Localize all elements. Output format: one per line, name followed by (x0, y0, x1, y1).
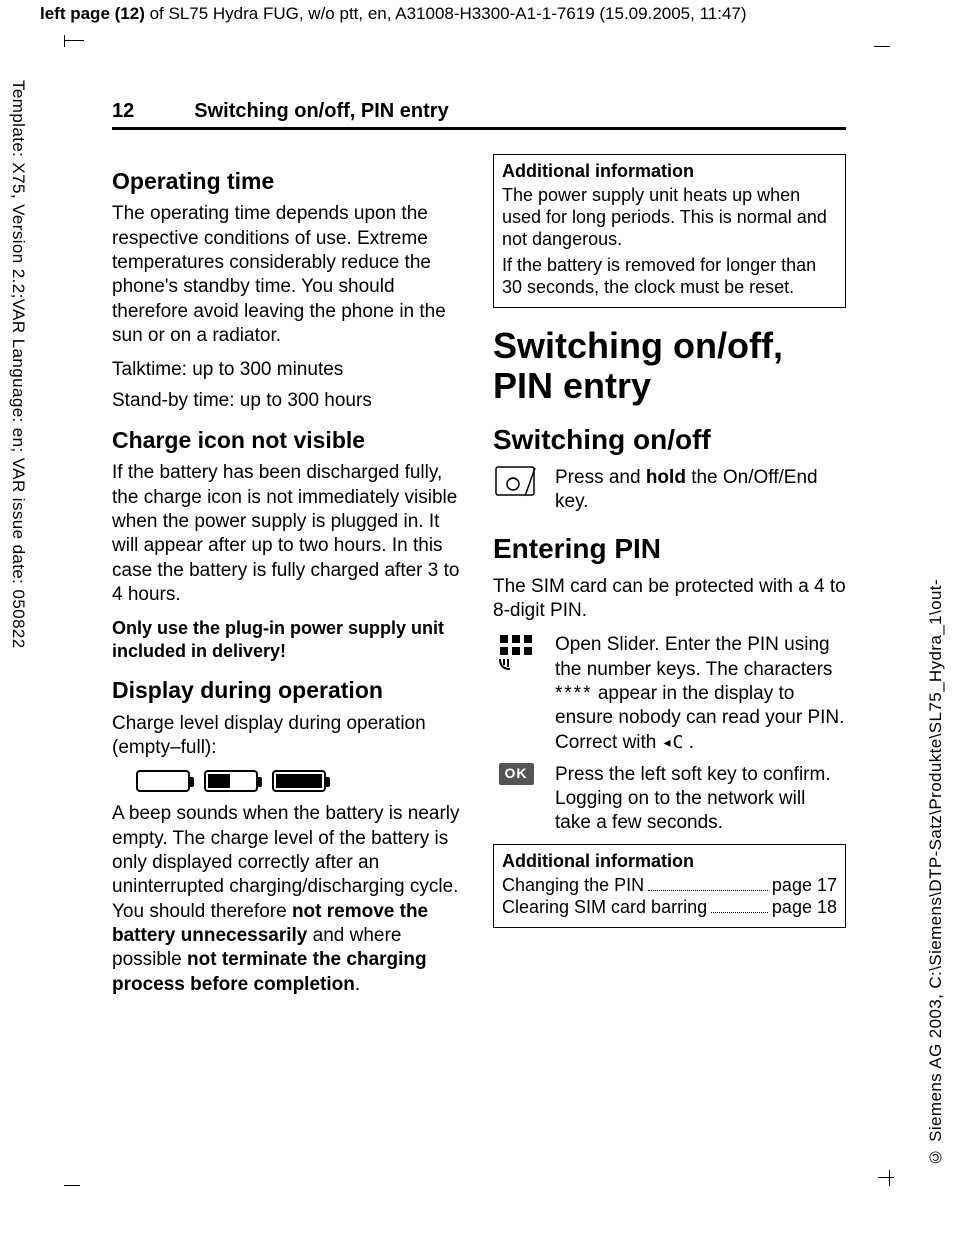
battery-empty-icon (136, 770, 190, 792)
heading-operating-time: Operating time (112, 168, 465, 194)
ref-page: page 17 (772, 875, 837, 897)
left-column: Operating time The operating time depend… (112, 154, 465, 1007)
para-operating-time: The operating time depends upon the resp… (112, 202, 465, 348)
power-key-icon (493, 466, 539, 500)
battery-full-icon (272, 770, 326, 792)
page-body: 12 Switching on/off, PIN entry Operating… (112, 100, 846, 1007)
battery-half-icon (204, 770, 258, 792)
info-box-title: Additional information (502, 851, 837, 873)
step-power-key: Press and hold the On/Off/End key. (493, 466, 846, 515)
para-pin-intro: The SIM card can be protected with a 4 t… (493, 575, 846, 624)
info-box-line1: The power supply unit heats up when used… (502, 185, 837, 251)
step-enter-pin: Open Slider. Enter the PIN using the num… (493, 633, 846, 755)
step-enter-pin-text: Open Slider. Enter the PIN using the num… (555, 633, 846, 755)
info-box-references: Additional information Changing the PIN … (493, 844, 846, 928)
heading-entering-pin: Entering PIN (493, 531, 846, 567)
battery-level-icons (136, 770, 465, 792)
para-charge-icon: If the battery has been discharged fully… (112, 461, 465, 607)
doc-meta-banner: left page (12) of SL75 Hydra FUG, w/o pt… (40, 4, 914, 24)
info-box-line2: If the battery is removed for longer tha… (502, 255, 837, 299)
ref-clearing-sim-barring: Clearing SIM card barring page 18 (502, 897, 837, 919)
step-confirm-ok: OK Press the left soft key to confirm. L… (493, 763, 846, 836)
para-standby: Stand-by time: up to 300 hours (112, 389, 465, 413)
para-display-intro: Charge level display during operation (e… (112, 712, 465, 761)
heading-switching-onoff: Switching on/off (493, 422, 846, 458)
ok-softkey-icon: OK (493, 763, 539, 785)
para-talktime: Talktime: up to 300 minutes (112, 358, 465, 382)
ok-badge-label: OK (499, 763, 534, 785)
step-power-text: Press and hold the On/Off/End key. (555, 466, 846, 515)
pin-text-seg1: Open Slider. Enter the PIN using the num… (555, 634, 832, 679)
step-confirm-text: Press the left soft key to confirm. Logg… (555, 763, 846, 836)
ref-page: page 18 (772, 897, 837, 919)
pin-text-seg2: appear in the display to ensure nobody c… (555, 683, 844, 753)
switch-text-seg1: Press and (555, 467, 646, 488)
heading-charge-icon: Charge icon not visible (112, 427, 465, 453)
info-box-power-supply: Additional information The power supply … (493, 154, 846, 308)
info-box-title: Additional information (502, 161, 837, 183)
switch-text-bold: hold (646, 467, 686, 488)
para-only-use-psu: Only use the plug-in power supply unit i… (112, 617, 465, 663)
para-beep: A beep sounds when the battery is nearly… (112, 802, 465, 997)
banner-rest: of SL75 Hydra FUG, w/o ptt, en, A31008-H… (145, 4, 747, 23)
keypad-icon (493, 633, 539, 673)
ref-changing-pin: Changing the PIN page 17 (502, 875, 837, 897)
running-header: 12 Switching on/off, PIN entry (112, 100, 846, 130)
right-column: Additional information The power supply … (493, 154, 846, 1007)
crop-mark-icon (870, 1166, 890, 1186)
banner-page-ref: left page (12) (40, 4, 145, 23)
copyright-path-right: © Siemens AG 2003, C:\Siemens\DTP-Satz\P… (926, 579, 946, 1166)
template-meta-left: Template: X75, Version 2.2;VAR Language:… (8, 80, 28, 649)
running-title: Switching on/off, PIN entry (194, 100, 448, 123)
pin-text-seg3: . (683, 732, 694, 753)
heading-display-operation: Display during operation (112, 677, 465, 703)
leader-dots-icon (648, 875, 768, 891)
crop-mark-icon (64, 40, 84, 60)
crop-mark-icon (64, 1166, 84, 1186)
clear-key-icon: ◂C (662, 732, 684, 753)
two-column-layout: Operating time The operating time depend… (112, 154, 846, 1007)
pin-asterisks: **** (555, 683, 593, 704)
ref-label: Changing the PIN (502, 875, 644, 897)
para-beep-seg3: . (355, 974, 360, 995)
crop-mark-icon (870, 46, 890, 66)
page-number: 12 (112, 100, 134, 123)
chapter-title: Switching on/off, PIN entry (493, 326, 846, 407)
ref-label: Clearing SIM card barring (502, 897, 707, 919)
leader-dots-icon (711, 897, 768, 913)
